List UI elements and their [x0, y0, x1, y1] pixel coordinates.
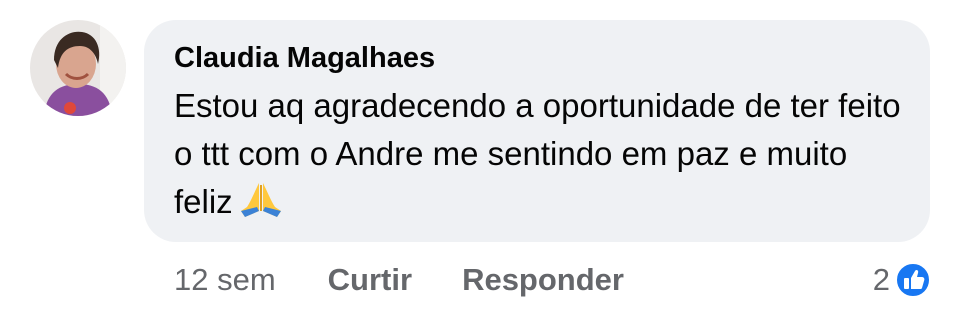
comment-author[interactable]: Claudia Magalhaes	[174, 38, 902, 78]
like-button[interactable]: Curtir	[328, 262, 412, 298]
praying-hands-icon	[239, 181, 283, 232]
comment-text: Estou aq agradecendo a oportunidade de t…	[174, 87, 901, 220]
comment-text-container: Estou aq agradecendo a oportunidade de t…	[174, 82, 904, 232]
reactions-summary[interactable]: 2	[873, 256, 932, 304]
thumbs-up-icon	[890, 261, 932, 299]
avatar[interactable]	[30, 20, 126, 116]
comment-bubble: Claudia Magalhaes Estou aq agradecendo a…	[144, 20, 930, 242]
comment-actions: 12 sem Curtir Responder	[174, 256, 674, 304]
comment-timestamp[interactable]: 12 sem	[174, 262, 276, 298]
reaction-count: 2	[872, 262, 890, 297]
comment: Claudia Magalhaes Estou aq agradecendo a…	[0, 0, 972, 312]
avatar-photo	[30, 20, 126, 116]
reply-button[interactable]: Responder	[462, 262, 624, 298]
